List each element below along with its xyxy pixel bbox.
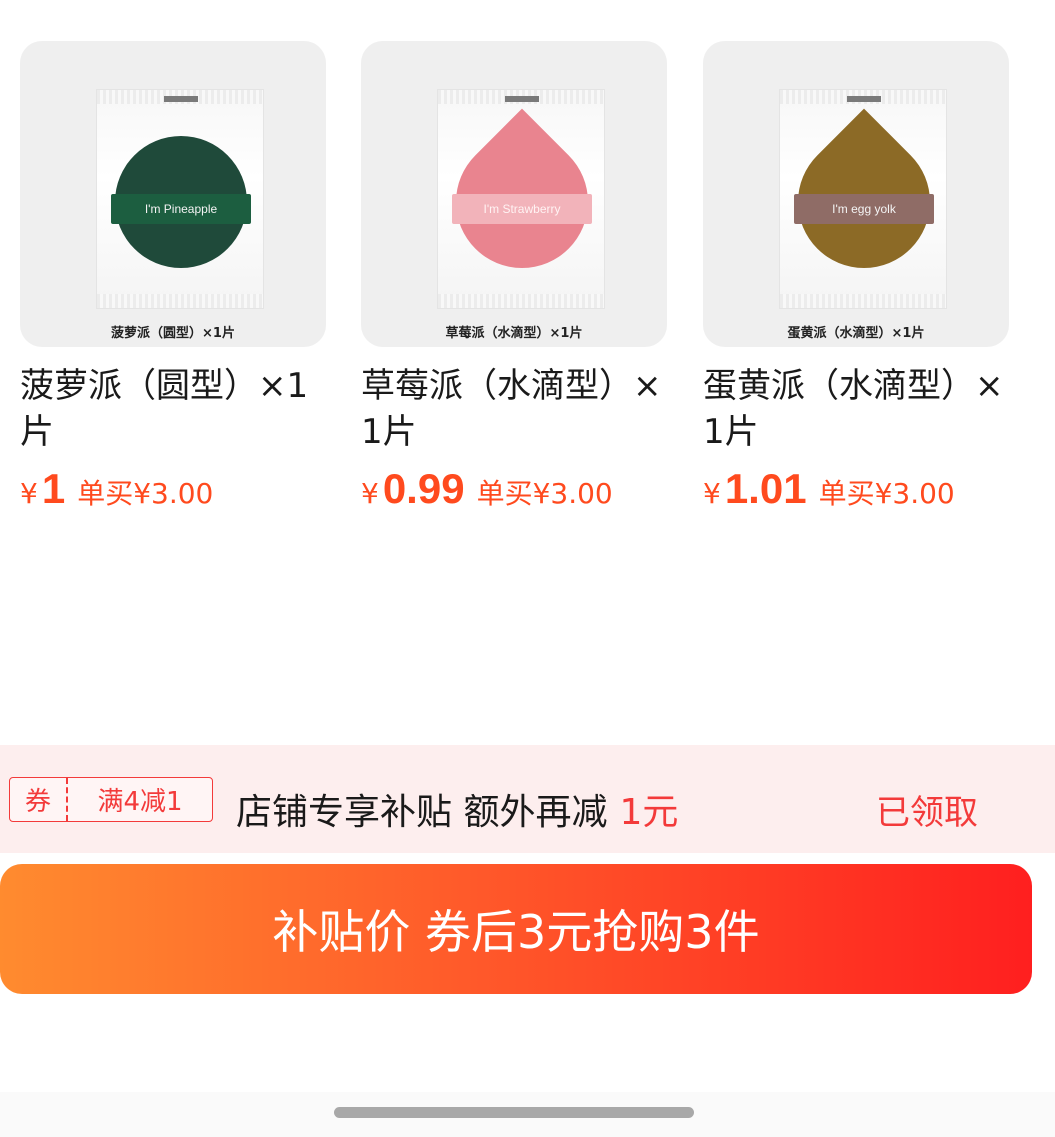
product-price: 1.01 <box>724 465 807 512</box>
puff-ribbon: I'm Strawberry <box>452 194 592 224</box>
coupon-label: 券 <box>10 778 68 821</box>
package-notch-bottom <box>847 296 881 302</box>
home-indicator[interactable] <box>334 1107 694 1118</box>
product-title[interactable]: 草莓派（水滴型）×1片 <box>361 363 671 455</box>
puff-ribbon: I'm Pineapple <box>111 194 251 224</box>
coupon-claimed-status[interactable]: 已领取 <box>876 785 978 834</box>
price-row: ¥ 1 单买¥3.00 <box>20 465 326 513</box>
product-price: 0.99 <box>382 465 465 512</box>
package-notch-top <box>505 96 539 102</box>
product-image[interactable]: I'm egg yolk 蛋黄派（水滴型）×1片 <box>703 41 1009 347</box>
product-card-strawberry[interactable]: I'm Strawberry 草莓派（水滴型）×1片 草莓派（水滴型）×1片 ¥… <box>361 41 667 513</box>
price-row: ¥ 0.99 单买¥3.00 <box>361 465 667 513</box>
product-title[interactable]: 蛋黄派（水滴型）×1片 <box>703 363 1013 455</box>
product-card-egg-yolk[interactable]: I'm egg yolk 蛋黄派（水滴型）×1片 蛋黄派（水滴型）×1片 ¥ 1… <box>703 41 1009 513</box>
product-image[interactable]: I'm Strawberry 草莓派（水滴型）×1片 <box>361 41 667 347</box>
buy-button[interactable]: 补贴价 券后3元抢购3件 <box>0 864 1032 994</box>
price-row: ¥ 1.01 单买¥3.00 <box>703 465 1009 513</box>
image-caption: 菠萝派（圆型）×1片 <box>111 326 235 341</box>
coupon-value: 满4减1 <box>97 787 183 817</box>
single-buy-price: 单买¥3.00 <box>77 477 214 510</box>
package-notch-top <box>164 96 198 102</box>
package-notch-bottom <box>505 296 539 302</box>
coupon-tag: 券 满4减1 <box>9 777 213 822</box>
product-card-pineapple[interactable]: I'm Pineapple 菠萝派（圆型）×1片 菠萝派（圆型）×1片 ¥ 1 … <box>20 41 326 513</box>
package-graphic: I'm Pineapple <box>96 89 264 309</box>
coupon-amount: 1元 <box>619 792 679 833</box>
image-caption: 草莓派（水滴型）×1片 <box>445 326 583 341</box>
package-notch-top <box>847 96 881 102</box>
package-graphic: I'm egg yolk <box>770 89 958 309</box>
product-price: 1 <box>41 465 66 512</box>
product-title[interactable]: 菠萝派（圆型）×1片 <box>20 363 330 455</box>
product-selection-page: I'm Pineapple 菠萝派（圆型）×1片 菠萝派（圆型）×1片 ¥ 1 … <box>0 0 1055 1137</box>
image-caption: 蛋黄派（水滴型）×1片 <box>787 326 925 341</box>
coupon-bar[interactable]: 券 满4减1 店铺专享补贴 额外再减 1元 已领取 <box>0 745 1055 853</box>
single-buy-price: 单买¥3.00 <box>476 477 613 510</box>
puff-ribbon: I'm egg yolk <box>794 194 934 224</box>
coupon-description: 店铺专享补贴 额外再减 1元 <box>236 783 678 835</box>
product-image[interactable]: I'm Pineapple 菠萝派（圆型）×1片 <box>20 41 326 347</box>
single-buy-price: 单买¥3.00 <box>818 477 955 510</box>
currency-symbol: ¥ <box>361 477 379 510</box>
package-notch-bottom <box>164 296 198 302</box>
coupon-text: 店铺专享补贴 额外再减 <box>236 792 608 833</box>
package-graphic: I'm Strawberry <box>428 89 616 309</box>
currency-symbol: ¥ <box>20 477 38 510</box>
currency-symbol: ¥ <box>703 477 721 510</box>
